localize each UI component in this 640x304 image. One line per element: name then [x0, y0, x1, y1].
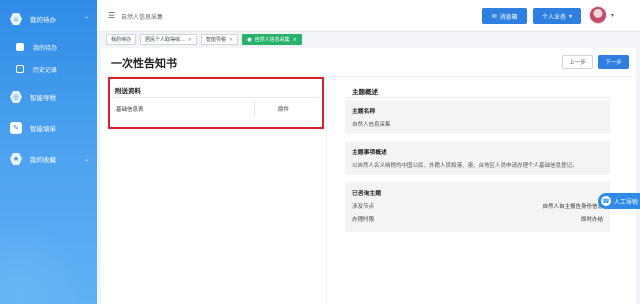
- manual-guide-label: 人工导税: [614, 198, 639, 206]
- attachments-heading: 附送资料: [115, 87, 141, 95]
- tab-my-todo[interactable]: 我的待办: [106, 34, 137, 45]
- topic-desc-value: 以自然人名义纳税的中国公民、外籍人员和港、澳、台地区人员申请办理个人基础信息登记…: [352, 163, 578, 169]
- mail-icon: ✉: [491, 12, 497, 20]
- tab-resident-income[interactable]: 居民个人取得综... ×: [140, 34, 197, 45]
- compass-icon: ◎: [10, 91, 22, 103]
- sidebar: ⌂ 我的待办 ⌃ 我的待办 历史记录 ◎ 智能导税 ✎ 智能填单 ★ 我的收藏 …: [0, 0, 97, 304]
- message-box-button[interactable]: ✉ 消息箱: [482, 8, 527, 24]
- attachment-name: 基础信息表: [116, 107, 144, 113]
- history-icon: [16, 65, 24, 73]
- star-icon: ★: [10, 153, 22, 165]
- prev-step-button[interactable]: 上一步: [562, 55, 593, 69]
- consulted-topic-label: 已咨询主题: [352, 191, 381, 197]
- divider: [326, 84, 327, 304]
- sidebar-item-label: 我的待办: [30, 16, 56, 24]
- sidebar-subitem-label: 我的待办: [33, 44, 58, 52]
- list-icon: [16, 43, 24, 51]
- message-box-label: 消息箱: [499, 13, 518, 21]
- home-icon: ⌂: [10, 13, 22, 25]
- sidebar-item-label: 我的收藏: [30, 156, 56, 164]
- headset-icon: ☎: [601, 196, 611, 206]
- page-breadcrumb: 自然人信息采集: [121, 14, 164, 21]
- top-bar: ☰ 自然人信息采集 ✉ 消息箱 个人业务 ▾ ▾: [97, 0, 640, 32]
- sidebar-item-smart-form[interactable]: ✎ 智能填单: [0, 117, 97, 139]
- sidebar-subitem-history[interactable]: 历史记录: [0, 60, 97, 78]
- divider: [254, 101, 255, 117]
- divider: [345, 97, 610, 98]
- tab-person-info[interactable]: ● 自然人信息采集 ×: [242, 34, 302, 45]
- topic-desc-label: 主题事项概述: [352, 150, 387, 156]
- sidebar-subitem-label: 历史记录: [33, 66, 58, 74]
- chevron-down-icon: ⌄: [83, 155, 89, 163]
- sidebar-item-label: 智能填单: [30, 125, 56, 133]
- tab-tax-guide[interactable]: 智能导税 ×: [201, 34, 239, 45]
- sidebar-subitem-todo[interactable]: 我的待办: [0, 38, 97, 56]
- consulted-topic-card: 已咨询主题 涉及节点 自然人自主报告身份信息 办理时限 即时办结: [345, 182, 610, 232]
- topic-name-value: 自然人信息采集: [352, 122, 391, 128]
- close-icon[interactable]: ×: [293, 37, 297, 43]
- sidebar-item-label: 智能导税: [30, 94, 56, 102]
- personal-business-button[interactable]: 个人业务 ▾: [533, 8, 581, 24]
- next-step-button[interactable]: 下一步: [598, 55, 629, 69]
- divider: [113, 97, 319, 98]
- list-item: 涉及节点 自然人自主报告身份信息: [352, 202, 603, 210]
- row-value: 即时办结: [580, 217, 603, 223]
- tab-label: 智能导税: [206, 37, 227, 43]
- personal-business-label: 个人业务: [541, 13, 566, 21]
- topic-name-card: 主题名称 自然人信息采集: [345, 100, 610, 134]
- chevron-down-icon[interactable]: ▾: [611, 12, 614, 19]
- form-icon: ✎: [10, 122, 22, 134]
- close-icon[interactable]: ×: [229, 37, 233, 43]
- menu-toggle-icon[interactable]: ☰: [108, 11, 115, 20]
- attachment-type: 原件: [278, 107, 290, 113]
- main-content: 一次性告知书 上一步 下一步 附送资料 基础信息表 原件 主题概述 主题名称 自…: [101, 48, 636, 304]
- tab-label: 自然人信息采集: [254, 37, 290, 43]
- topic-desc-card: 主题事项概述 以自然人名义纳税的中国公民、外籍人员和港、澳、台地区人员申请办理个…: [345, 141, 610, 175]
- sidebar-decoration: [0, 214, 97, 304]
- avatar[interactable]: [589, 6, 607, 24]
- row-key: 涉及节点: [352, 204, 375, 210]
- row-key: 办理时限: [352, 217, 375, 223]
- chevron-up-icon: ⌃: [83, 15, 89, 23]
- page-title: 一次性告知书: [111, 57, 177, 70]
- manual-guide-button[interactable]: ☎ 人工导税: [598, 193, 640, 209]
- sidebar-item-tax-guide[interactable]: ◎ 智能导税: [0, 86, 97, 108]
- row-value: 自然人自主报告身份信息: [542, 204, 603, 210]
- list-item: 办理时限 即时办结: [352, 215, 603, 223]
- sidebar-item-favorites[interactable]: ★ 我的收藏 ⌄: [0, 148, 97, 170]
- close-icon[interactable]: ×: [188, 37, 192, 43]
- tab-label: 我的待办: [111, 37, 132, 43]
- topic-name-label: 主题名称: [352, 109, 376, 115]
- table-row: 基础信息表 原件: [113, 101, 319, 117]
- tab-label: 居民个人取得综...: [145, 37, 185, 43]
- overview-heading: 主题概述: [352, 88, 378, 96]
- tab-bar: 我的待办 居民个人取得综... × 智能导税 × ● 自然人信息采集 ×: [106, 34, 302, 46]
- attachments-panel: 附送资料 基础信息表 原件: [108, 77, 324, 129]
- chevron-down-icon: ▾: [569, 12, 573, 20]
- dot-icon: ●: [247, 36, 252, 43]
- sidebar-item-todo[interactable]: ⌂ 我的待办 ⌃: [0, 8, 97, 30]
